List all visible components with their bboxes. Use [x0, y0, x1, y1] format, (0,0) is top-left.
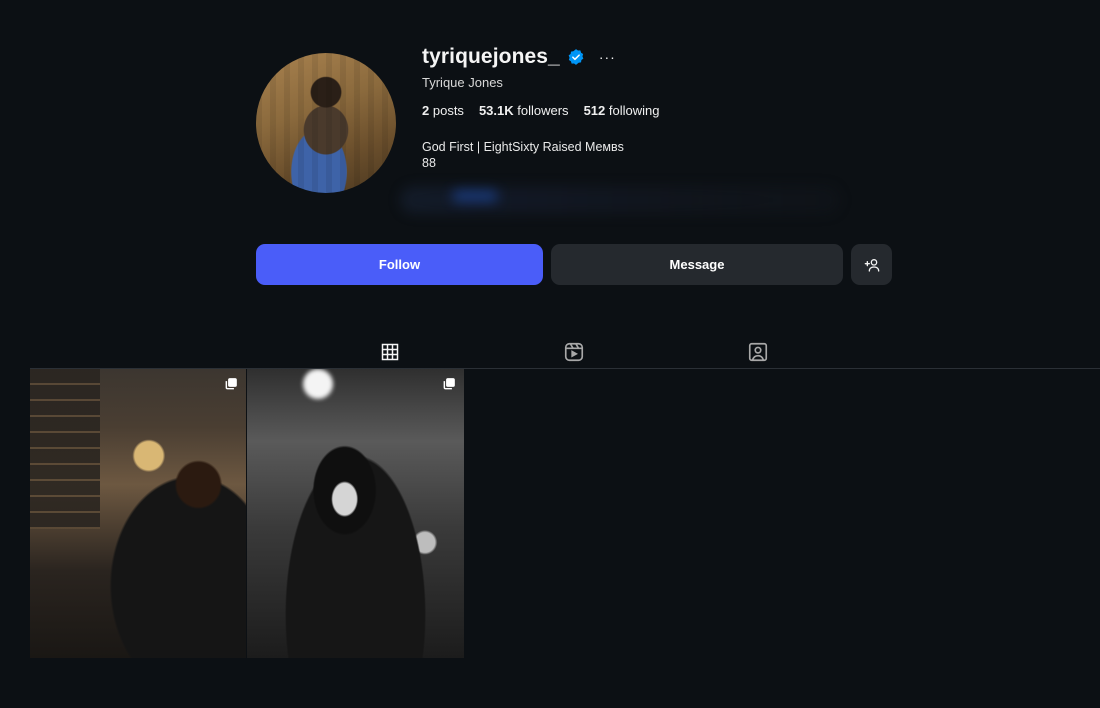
- bio-line: God First | EightSixty Raised Meмвs: [422, 140, 624, 154]
- profile-avatar[interactable]: [256, 53, 396, 193]
- message-button[interactable]: Message: [551, 244, 843, 285]
- verified-badge-icon: [567, 48, 585, 66]
- tab-posts[interactable]: [360, 335, 420, 370]
- tab-tagged[interactable]: [728, 335, 788, 369]
- full-name: Tyrique Jones: [422, 75, 503, 90]
- followers-stat[interactable]: 53.1K followers: [479, 103, 569, 118]
- following-stat[interactable]: 512 following: [584, 103, 660, 118]
- username: tyriquejones_: [422, 45, 560, 68]
- post-thumbnail[interactable]: [30, 369, 246, 658]
- bio-line: 88: [422, 156, 436, 170]
- profile-stats: 2 posts 53.1K followers 512 following: [422, 103, 674, 118]
- add-person-icon: [864, 258, 879, 272]
- posts-stat: 2 posts: [422, 103, 464, 118]
- blurred-link-icon: [452, 190, 498, 202]
- username-row: tyriquejones_ ···: [422, 44, 616, 70]
- grid-icon: [381, 343, 399, 361]
- reels-icon: [564, 342, 584, 362]
- profile-bio: God First | EightSixty Raised Meмвs 88: [422, 139, 624, 171]
- post-thumbnail[interactable]: [247, 369, 464, 658]
- profile-page: tyriquejones_ ··· Tyrique Jones 2 posts …: [0, 0, 1100, 708]
- multi-image-icon: [443, 378, 455, 390]
- more-options-icon[interactable]: ···: [599, 50, 616, 64]
- tab-reels[interactable]: [544, 335, 604, 369]
- tagged-icon: [748, 342, 768, 362]
- suggested-accounts-button[interactable]: [851, 244, 892, 285]
- multi-image-icon: [225, 378, 237, 390]
- follow-button[interactable]: Follow: [256, 244, 543, 285]
